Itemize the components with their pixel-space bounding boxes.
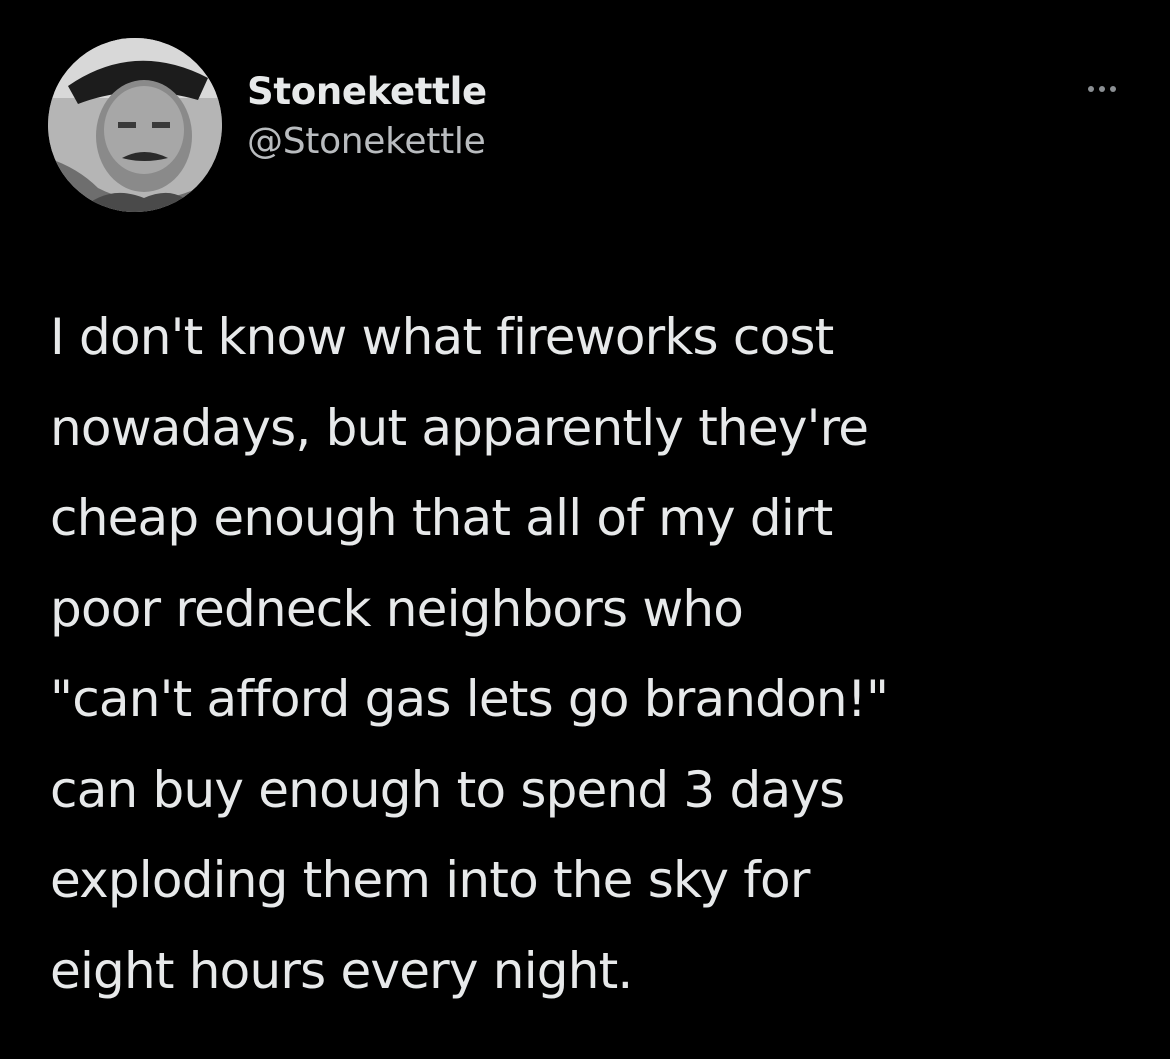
author-block[interactable]: Stonekettle @Stonekettle [247, 66, 487, 166]
tweet-text-line: eight hours every night. [50, 941, 633, 1000]
tweet-text-line: "can't afford gas lets go brandon!" [50, 670, 889, 728]
tweet-text-line: exploding them into the sky for [50, 851, 810, 909]
tweet-text: I don't know what fireworks cost nowaday… [50, 292, 1140, 1016]
tweet-text-line: poor redneck neighbors who [50, 579, 744, 638]
more-horizontal-icon-dot [1099, 86, 1105, 92]
tweet-card: Stonekettle @Stonekettle I don't know wh… [0, 0, 1170, 1059]
more-horizontal-icon-dot [1110, 86, 1116, 92]
tweet-text-line: can buy enough to spend 3 days [50, 760, 845, 819]
tweet-text-line: I don't know what fireworks cost [50, 308, 834, 366]
author-display-name[interactable]: Stonekettle [247, 66, 487, 118]
author-handle[interactable]: @Stonekettle [247, 118, 487, 166]
profile-photo-icon [48, 38, 222, 212]
more-options-button[interactable] [1088, 86, 1116, 92]
avatar[interactable] [48, 38, 222, 212]
tweet-text-line: cheap enough that all of my dirt [50, 489, 833, 547]
more-horizontal-icon [1088, 86, 1094, 92]
tweet-text-line: nowadays, but apparently they're [50, 398, 869, 457]
